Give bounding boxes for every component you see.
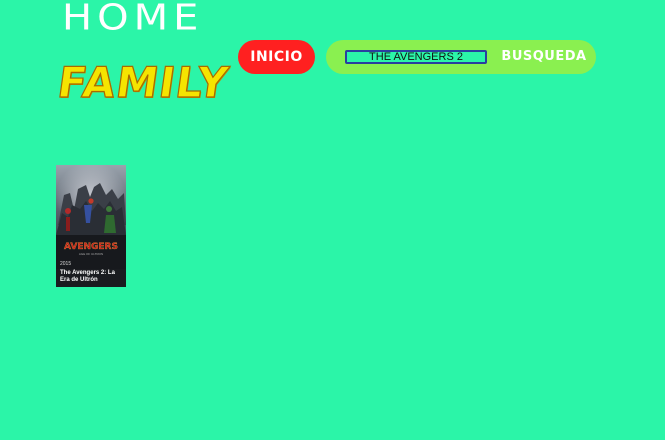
movie-title: The Avengers 2: La Era de Ultrón	[60, 270, 115, 283]
search-input[interactable]	[345, 50, 487, 64]
movie-year: 2015	[60, 261, 72, 267]
site-logo: HOME FAMILY	[54, 0, 233, 120]
poster-brand-text: AVENGERS	[64, 242, 118, 252]
search-bar: BUSQUEDA	[326, 40, 596, 74]
search-button[interactable]: BUSQUEDA	[498, 40, 590, 74]
movie-result-card[interactable]: AVENGERS AGE OF ULTRON 2015 The Avengers…	[56, 165, 126, 287]
inicio-button[interactable]: INICIO	[238, 40, 315, 74]
poster-subtitle-text: AGE OF ULTRON	[79, 252, 103, 256]
movie-poster-image: AVENGERS AGE OF ULTRON	[56, 165, 126, 269]
logo-family-text: FAMILY	[54, 57, 233, 107]
logo-home-text: HOME	[62, 0, 204, 39]
